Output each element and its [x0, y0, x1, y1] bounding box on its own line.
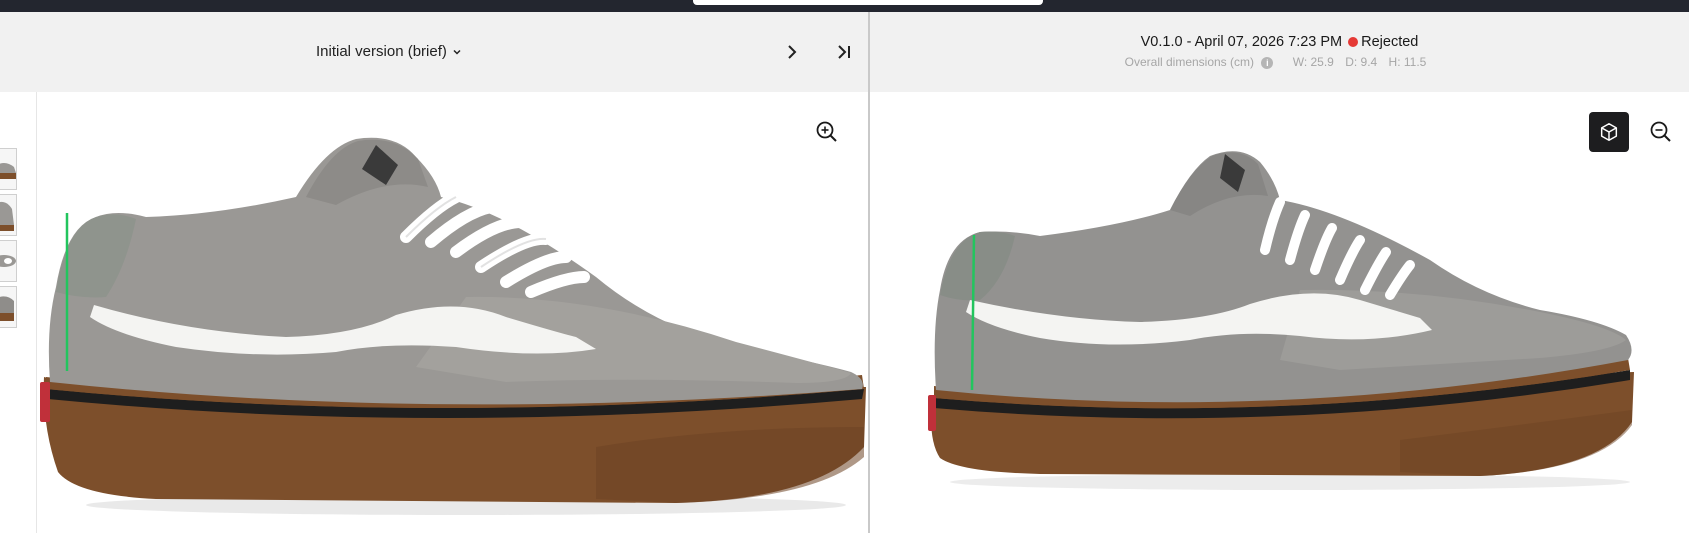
- render-shoe-image: [928, 151, 1634, 490]
- top-bar-handle[interactable]: [693, 0, 1043, 5]
- thumbnail-4[interactable]: [0, 286, 17, 328]
- thumbnail-1[interactable]: [0, 148, 17, 190]
- version-info: V0.1.0 - April 07, 2026 7:23 PM Rejected: [870, 34, 1689, 50]
- skip-to-last-icon[interactable]: [834, 42, 854, 62]
- dim-width: W: 25.9: [1292, 55, 1334, 69]
- thumbnail-strip: [0, 92, 37, 533]
- dim-height: H: 11.5: [1388, 55, 1427, 69]
- thumbnail-2[interactable]: [0, 194, 17, 236]
- version-text: V0.1.0 - April 07, 2026 7:23 PM: [1140, 34, 1343, 51]
- brief-pane: Initial version (brief): [0, 12, 868, 533]
- status-text: Rejected: [1361, 34, 1419, 51]
- brief-pane-header: Initial version (brief): [0, 12, 868, 92]
- version-dropdown[interactable]: Initial version (brief): [316, 43, 462, 60]
- chevron-down-icon: [453, 49, 461, 55]
- render-pane-header: V0.1.0 - April 07, 2026 7:23 PM Rejected …: [870, 12, 1689, 92]
- dimensions-label: Overall dimensions (cm): [1124, 55, 1255, 69]
- brief-shoe-image: [40, 137, 867, 515]
- zoom-out-icon[interactable]: [1649, 120, 1673, 144]
- dimensions-row: Overall dimensions (cm) i W: 25.9 D: 9.4…: [870, 55, 1689, 69]
- info-icon[interactable]: i: [1261, 56, 1274, 69]
- dim-depth: D: 9.4: [1345, 55, 1378, 69]
- status-dot: [1348, 37, 1359, 48]
- chevron-right-icon[interactable]: [782, 42, 802, 62]
- top-bar: [0, 0, 1689, 12]
- version-dropdown-label: Initial version (brief): [316, 43, 447, 60]
- thumbnail-3[interactable]: [0, 240, 17, 282]
